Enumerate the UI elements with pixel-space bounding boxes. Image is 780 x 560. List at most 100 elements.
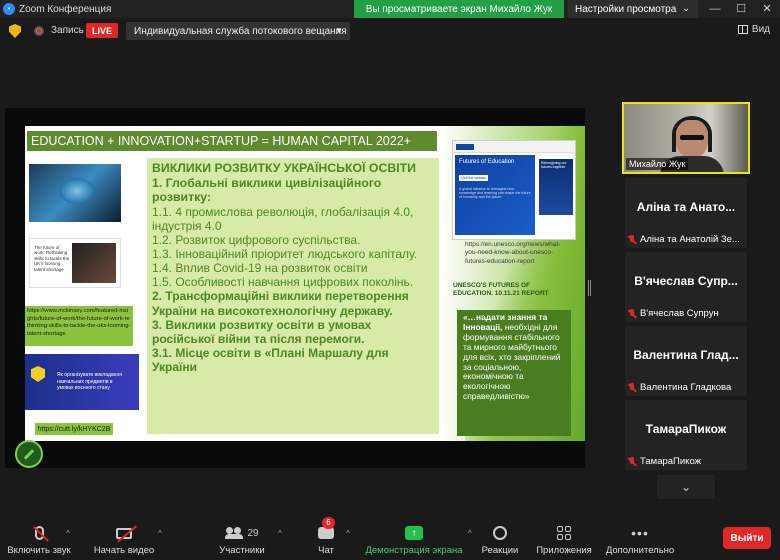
participant-name: Валентина Гладкова: [640, 382, 732, 393]
mckinsey-article-image: The future of work: Rethinking skills to…: [29, 238, 121, 288]
leave-meeting-button[interactable]: Выйти: [723, 527, 771, 549]
audio-options-caret[interactable]: ^: [66, 529, 70, 538]
tech-hand-image: [29, 164, 121, 222]
trident-emblem-icon: [31, 366, 45, 382]
chevron-down-icon: ⌄: [682, 3, 690, 13]
unesco-report-title: UNESCO'S FUTURES OF EDUCATION. 10.11.21 …: [453, 282, 549, 298]
unesco-side-text: Reimagining our futures together: [541, 161, 567, 170]
challenge-line: 1. Глобальні виклики цивілізаційного роз…: [152, 175, 382, 205]
meeting-toolbar: Включить звук ^ Начать видео ^ 29 Участн…: [0, 516, 780, 560]
apps-label: Приложения: [536, 545, 592, 556]
stream-service-label: Индивидуальная служба потокового вещания: [134, 25, 347, 37]
dropdown-arrow-icon: ▼: [335, 26, 343, 35]
minimize-button[interactable]: —: [702, 0, 728, 18]
chat-unread-badge: 6: [322, 517, 335, 529]
unesco-link: https://en.unesco.org/news/what-you-need…: [465, 241, 561, 265]
article-photo: [72, 243, 116, 283]
challenge-line: 1.2. Розвиток цифрового суспільства.: [152, 232, 361, 247]
reactions-button[interactable]: Реакции: [478, 524, 522, 556]
participants-options-caret[interactable]: ^: [278, 529, 282, 538]
unesco-hero-desc: A global initiative to reimagine how kno…: [459, 186, 531, 200]
unmute-button[interactable]: Включить звук: [6, 524, 72, 556]
share-screen-icon: ↑: [405, 526, 423, 540]
challenge-line: 1.5. Особливості навчання цифрових покол…: [152, 275, 414, 290]
resize-handle[interactable]: [588, 280, 591, 296]
unesco-side-card: Reimagining our futures together: [539, 159, 573, 215]
pen-icon: [23, 448, 35, 460]
challenge-line: 3. Виклики розвитку освіти в умовах росі…: [152, 317, 372, 346]
shield-icon[interactable]: [9, 24, 21, 38]
grid-view-icon: [737, 25, 748, 34]
participant-tile[interactable]: ТамараПикож ТамараПикож: [625, 400, 747, 470]
scroll-down-button[interactable]: ⌄: [657, 475, 715, 499]
unesco-logo: [456, 144, 474, 150]
participant-name-bar: Аліна та Анатолій Зе...: [627, 234, 740, 245]
video-options-caret[interactable]: ^: [158, 529, 162, 538]
participant-display-name: ТамараПикож: [645, 422, 727, 436]
unesco-hero-title: Futures of Education: [459, 159, 515, 165]
article-caption: The future of work: Rethinking skills to…: [34, 245, 70, 272]
share-options-caret[interactable]: ^: [468, 529, 472, 538]
mic-muted-icon: [627, 456, 637, 467]
participants-label: Участники: [219, 545, 265, 556]
mic-off-icon: [34, 526, 44, 540]
record-label[interactable]: Запись: [51, 25, 84, 36]
start-video-label: Начать видео: [93, 545, 155, 556]
quote-box: «…надати знання та Інноваціі, необхідні …: [457, 310, 571, 436]
participant-tile[interactable]: В'ячеслав Супр... В'ячеслав Супрун: [625, 252, 747, 322]
chat-options-caret[interactable]: ^: [346, 529, 350, 538]
glasses-shape: [680, 135, 704, 140]
participant-name-bar: В'ячеслав Супрун: [627, 308, 719, 319]
challenge-line: 3.1. Місце освіти в «Плані Маршалу для У…: [152, 346, 389, 375]
challenge-line: 1.3. Інноваційний пріоритет людського ка…: [152, 246, 418, 261]
annotate-button[interactable]: [15, 440, 43, 468]
shared-screen: EDUCATION + INNOVATION+STARTUP = HUMAN C…: [5, 108, 585, 468]
slide-title: EDUCATION + INNOVATION+STARTUP = HUMAN C…: [27, 131, 437, 151]
more-button[interactable]: ••• Дополнительно: [604, 524, 676, 556]
view-settings-label: Настройки просмотра: [575, 3, 677, 15]
chevron-down-icon: ⌄: [680, 480, 692, 494]
meeting-top-bar: Запись LIVE Индивидуальная служба потоко…: [0, 18, 780, 44]
participant-name: Михайло Жук: [626, 158, 689, 170]
share-screen-button[interactable]: ↑ Демонстрация экрана: [364, 524, 464, 556]
mic-muted-icon: [627, 234, 637, 245]
view-button[interactable]: Вид: [737, 24, 770, 35]
participants-count: 29: [247, 527, 259, 539]
apps-button[interactable]: Приложения: [536, 524, 592, 556]
apps-icon: [557, 526, 571, 540]
chat-label: Чат: [318, 545, 334, 556]
more-dots-icon: •••: [631, 525, 649, 541]
start-video-button[interactable]: Начать видео: [92, 524, 156, 556]
challenges-heading: ВИКЛИКИ РОЗВИТКУ УКРАЇНСЬКОЇ ОСВІТИ: [152, 161, 416, 175]
reactions-label: Реакции: [481, 545, 519, 556]
participant-name: В'ячеслав Супрун: [640, 308, 719, 319]
maximize-button[interactable]: ☐: [728, 0, 754, 18]
participant-display-name: Валентина Глад...: [633, 348, 739, 362]
view-settings-dropdown[interactable]: Настройки просмотра ⌄: [568, 0, 698, 18]
participant-name-bar: Валентина Гладкова: [627, 382, 731, 393]
close-button[interactable]: ✕: [754, 0, 780, 18]
participant-name-bar: ТамараПикож: [627, 456, 701, 467]
participant-tile[interactable]: Аліна та Анато... Аліна та Анатолій Зе..…: [625, 178, 747, 248]
unmute-label: Включить звук: [7, 545, 71, 556]
participants-button[interactable]: 29 Участники: [216, 524, 268, 556]
ministry-banner-image: Як організувати викладання навчальних пр…: [25, 354, 139, 410]
stream-service-dropdown[interactable]: Индивидуальная служба потокового вещания…: [126, 22, 350, 40]
participant-display-name: В'ячеслав Супр...: [634, 274, 738, 288]
chat-button[interactable]: 6 Чат: [312, 517, 340, 556]
app-title: Zoom Конференция: [19, 3, 112, 15]
cutt-link: https://cutt.ly/kHYKC2B: [35, 423, 113, 435]
challenge-line: 1.1. 4 промислова революція, глобалізаці…: [152, 204, 414, 233]
zoom-logo-icon: •: [3, 3, 15, 15]
participant-tile[interactable]: Валентина Глад... Валентина Гладкова: [625, 326, 747, 396]
active-speaker-video[interactable]: Михайло Жук: [622, 102, 750, 174]
mic-muted-icon: [627, 308, 637, 319]
camera-off-icon: [116, 527, 132, 539]
mic-muted-icon: [627, 382, 637, 393]
record-icon[interactable]: [34, 26, 44, 36]
smiley-icon: [493, 526, 507, 540]
live-badge[interactable]: LIVE: [86, 23, 118, 38]
unesco-hero: Futures of Education Visit the website A…: [455, 155, 535, 235]
challenges-list: 1. Глобальні виклики цивілізаційного роз…: [152, 176, 434, 375]
challenge-line: 1.4. Вплив Covid-19 на розвиток освіти: [152, 261, 368, 276]
